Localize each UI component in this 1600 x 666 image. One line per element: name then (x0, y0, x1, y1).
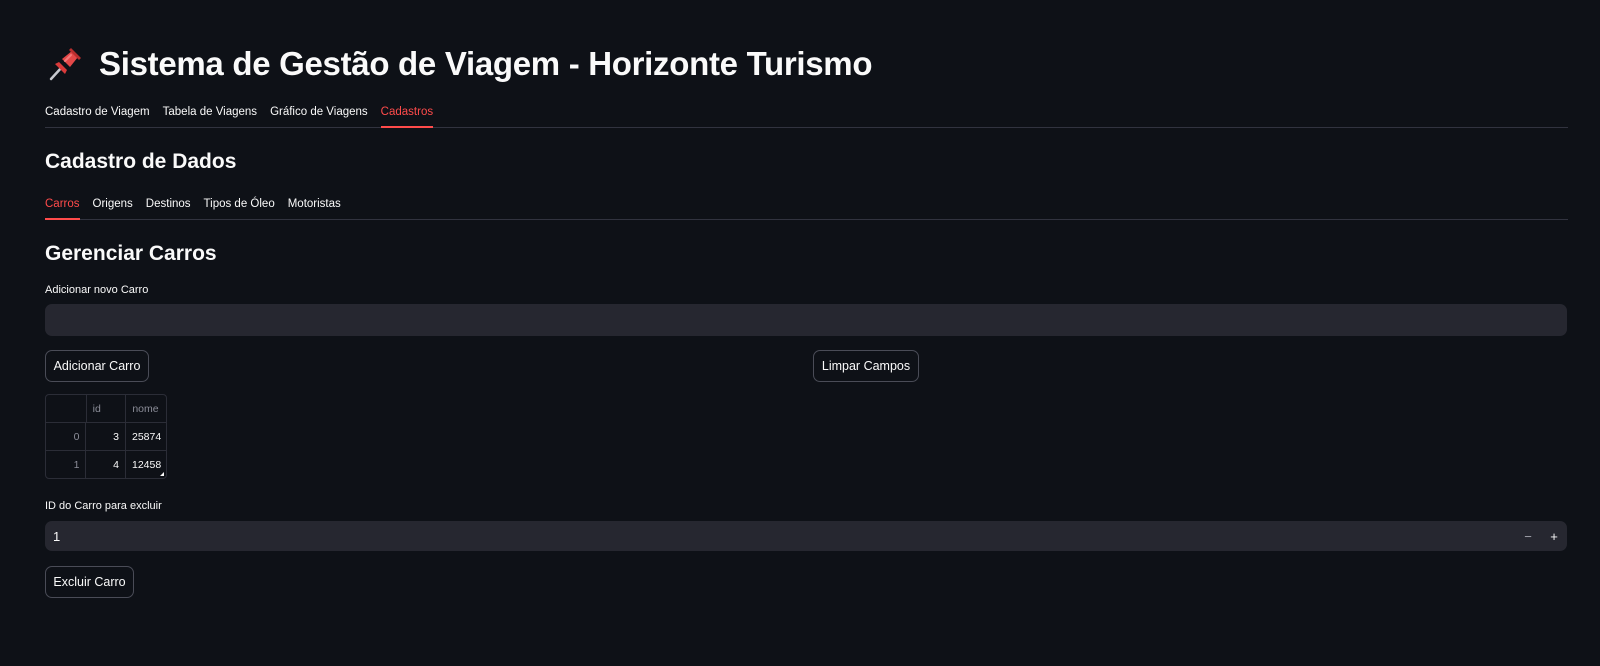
nome-column-header[interactable]: nome (126, 395, 166, 422)
decrement-button[interactable]: − (1515, 521, 1541, 551)
table-header-row: id nome (46, 395, 166, 423)
tab-carros[interactable]: Carros (45, 189, 80, 220)
tab-cadastros[interactable]: Cadastros (380, 97, 434, 128)
delete-car-id-value[interactable]: 1 (45, 529, 1515, 544)
pushpin-icon (49, 48, 81, 81)
page-title: Sistema de Gestão de Viagem - Horizonte … (45, 38, 873, 90)
clear-fields-button[interactable]: Limpar Campos (813, 350, 919, 382)
tab-cadastro-de-viagem[interactable]: Cadastro de Viagem (45, 97, 150, 127)
tab-origens[interactable]: Origens (93, 189, 133, 219)
cars-table[interactable]: id nome 0 3 25874 1 4 12458 (45, 394, 167, 479)
id-cell[interactable]: 3 (86, 423, 126, 450)
id-cell[interactable]: 4 (86, 451, 126, 478)
tab-tabela-de-viagens[interactable]: Tabela de Viagens (163, 97, 257, 127)
app-page: Sistema de Gestão de Viagem - Horizonte … (0, 0, 1600, 666)
delete-car-button[interactable]: Excluir Carro (45, 566, 134, 598)
add-car-button[interactable]: Adicionar Carro (45, 350, 149, 382)
row-index: 1 (46, 451, 87, 478)
add-car-input[interactable] (45, 304, 1567, 336)
table-resize-handle[interactable] (160, 472, 164, 476)
sub-tab-bar: Carros Origens Destinos Tipos de Óleo Mo… (45, 189, 1568, 220)
nome-cell[interactable]: 25874 (126, 423, 166, 450)
index-column-header (46, 395, 87, 422)
subheader-title: Cadastro de Dados (45, 150, 237, 173)
add-car-label: Adicionar novo Carro (45, 284, 149, 296)
id-column-header[interactable]: id (87, 395, 127, 422)
page-title-text: Sistema de Gestão de Viagem - Horizonte … (99, 45, 873, 82)
tab-motoristas[interactable]: Motoristas (288, 189, 341, 219)
tab-destinos[interactable]: Destinos (146, 189, 191, 219)
increment-button[interactable]: + (1541, 521, 1567, 551)
delete-car-id-input[interactable]: 1 − + (45, 521, 1567, 551)
row-index: 0 (46, 423, 87, 450)
delete-car-id-label: ID do Carro para excluir (45, 500, 162, 512)
section-title: Gerenciar Carros (45, 242, 217, 265)
tab-tipos-de-oleo[interactable]: Tipos de Óleo (204, 189, 275, 219)
main-tab-bar: Cadastro de Viagem Tabela de Viagens Grá… (45, 97, 1568, 128)
tab-grafico-de-viagens[interactable]: Gráfico de Viagens (270, 97, 368, 127)
table-row: 0 3 25874 (46, 423, 166, 451)
table-row: 1 4 12458 (46, 451, 166, 478)
